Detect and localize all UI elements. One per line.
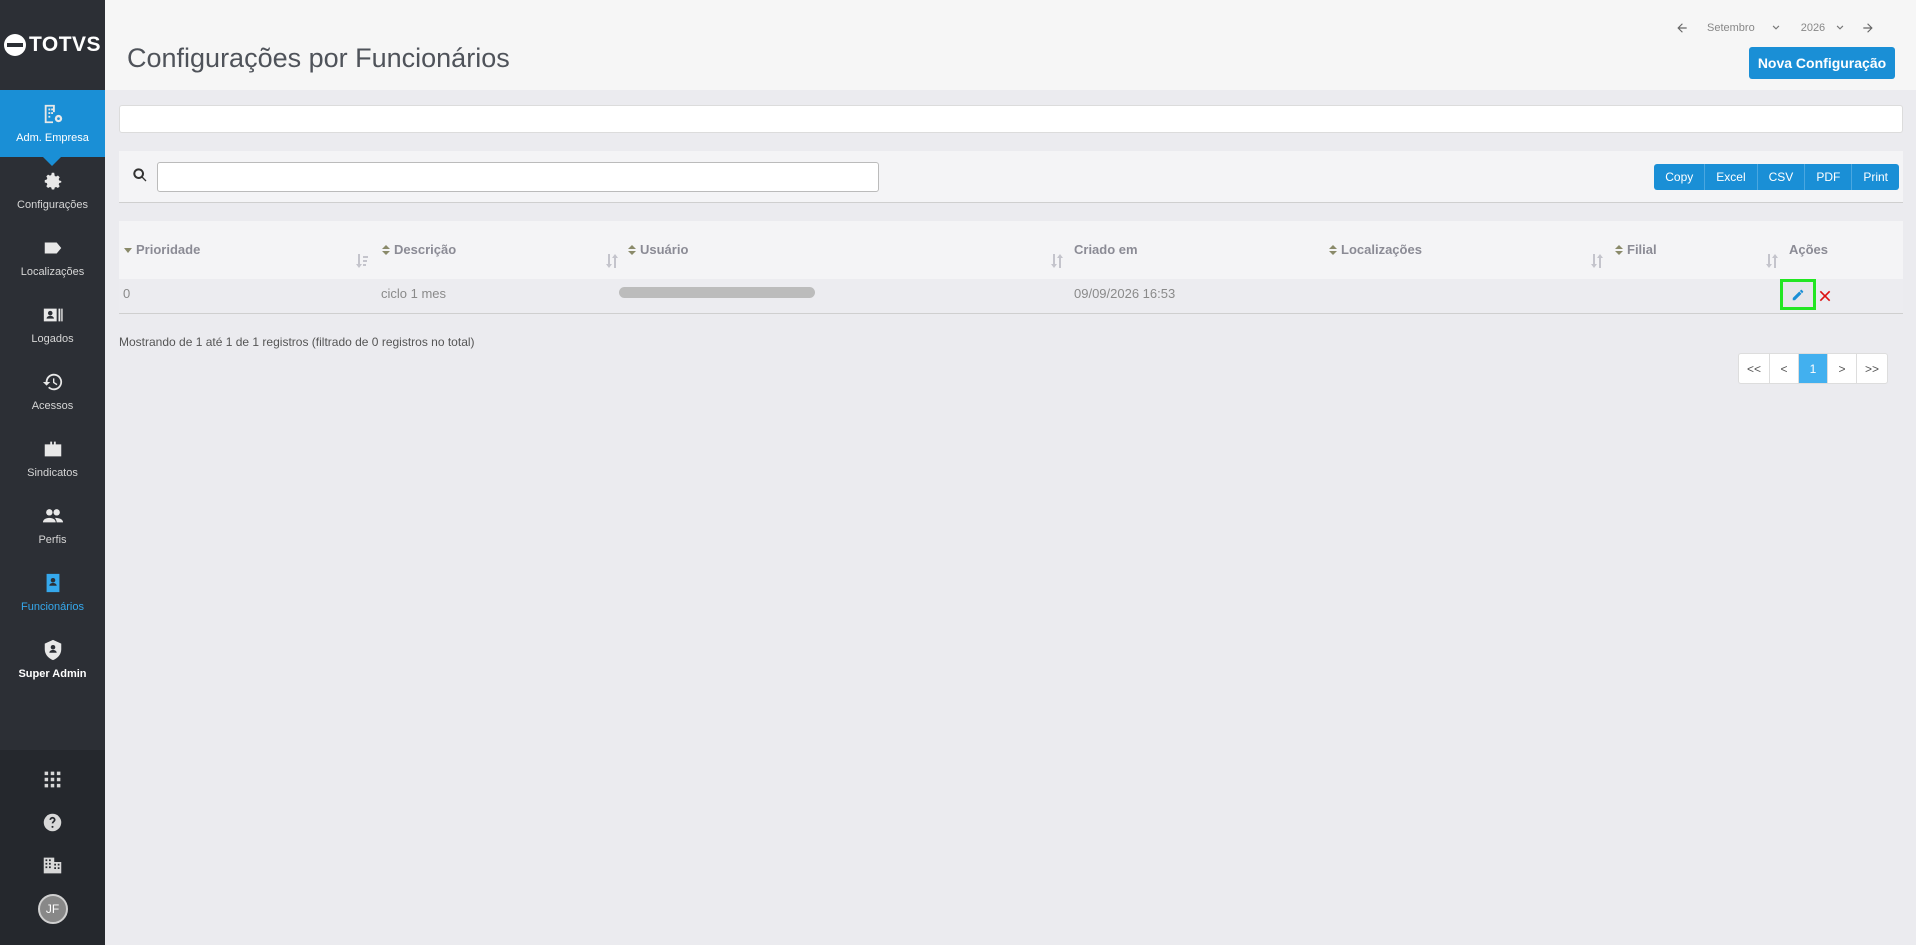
sort-icon (382, 244, 390, 255)
sidebar-item-super-admin[interactable]: Super Admin (0, 626, 105, 693)
page-prev[interactable]: < (1770, 354, 1800, 383)
chevron-down-icon (1772, 25, 1780, 30)
shield-user-icon (44, 639, 61, 661)
page-last[interactable]: >> (1857, 354, 1887, 383)
cell-usuario-redacted (619, 287, 815, 298)
sort-desc-icon (124, 247, 132, 253)
csv-button[interactable]: CSV (1757, 164, 1806, 190)
month-select[interactable]: Setembro (1707, 22, 1781, 34)
pagination: << < 1 > >> (1738, 353, 1889, 384)
sort-icon (1615, 244, 1623, 255)
column-header-descricao[interactable]: Descrição (382, 242, 456, 257)
page-title: Configurações por Funcionários (127, 43, 510, 73)
column-header-usuario[interactable]: Usuário (628, 242, 688, 257)
chevron-down-icon (1836, 25, 1844, 30)
sidebar-item-label: Logados (31, 333, 74, 345)
brand-name: TOTVS (28, 33, 102, 56)
sidebar-item-label: Perfis (38, 534, 67, 546)
sort-indicator-icon (1591, 254, 1603, 268)
totvs-logo-icon (3, 34, 26, 56)
excel-button[interactable]: Excel (1705, 164, 1758, 190)
new-configuration-button[interactable]: Nova Configuração (1749, 47, 1895, 79)
badge-icon (46, 573, 59, 593)
column-header-prioridade[interactable]: Prioridade (124, 242, 200, 257)
tag-icon (44, 242, 61, 254)
print-button[interactable]: Print (1852, 164, 1899, 190)
sidebar-item-label: Super Admin (18, 668, 87, 680)
totvs-logo[interactable]: TOTVS (0, 0, 105, 90)
table-info: Mostrando de 1 até 1 de 1 registros (fil… (119, 335, 475, 349)
sidebar-item-sindicatos[interactable]: Sindicatos (0, 425, 105, 492)
data-table: Prioridade Descrição Usuário Criado em L… (119, 221, 1903, 314)
edit-button[interactable] (1780, 279, 1816, 310)
briefcase-icon (44, 441, 61, 457)
page-header: Configurações por Funcionários Setembro … (105, 0, 1916, 90)
sidebar-item-configuracoes[interactable]: Configurações (0, 157, 105, 224)
column-header-filial[interactable]: Filial (1615, 242, 1657, 257)
year-value: 2026 (1800, 22, 1826, 34)
cell-descricao: ciclo 1 mes (381, 286, 447, 301)
sidebar-item-label: Configurações (17, 199, 88, 211)
cell-criado-em: 09/09/2026 16:53 (1074, 286, 1176, 301)
help-icon (43, 813, 62, 832)
sidebar-item-acessos[interactable]: Acessos (0, 358, 105, 425)
cell-prioridade: 0 (123, 286, 131, 301)
company-button[interactable] (0, 844, 105, 887)
export-buttons: Copy Excel CSV PDF Print (1654, 164, 1899, 190)
gear-icon (44, 172, 61, 190)
sidebar-item-adm-empresa[interactable]: Adm. Empresa (0, 90, 105, 166)
sidebar-item-label: Sindicatos (27, 467, 78, 479)
column-header-criado-em[interactable]: Criado em (1074, 242, 1138, 257)
sort-icon (628, 244, 636, 255)
sidebar-item-logados[interactable]: Logados (0, 291, 105, 358)
date-navigator: Setembro 2026 (1675, 18, 1916, 38)
company-icon (43, 857, 62, 874)
search-icon (133, 168, 147, 182)
sidebar-item-label: Acessos (31, 400, 74, 412)
pdf-button[interactable]: PDF (1805, 164, 1853, 190)
sidebar-item-label: Funcionários (21, 601, 84, 613)
arrow-right-icon[interactable] (1861, 21, 1875, 35)
avatar: JF (37, 893, 68, 924)
sidebar-item-localizacoes[interactable]: Localizações (0, 224, 105, 291)
delete-button[interactable] (1818, 289, 1832, 303)
sidebar-item-label: Adm. Empresa (16, 132, 89, 144)
user-menu[interactable]: JF (0, 887, 105, 930)
apps-button[interactable] (0, 758, 105, 801)
history-icon (42, 373, 62, 391)
sort-indicator-icon (1051, 254, 1063, 268)
page-first[interactable]: << (1739, 354, 1771, 383)
sidebar-item-funcionarios[interactable]: Funcionários (0, 559, 105, 626)
sort-indicator-icon (606, 254, 618, 268)
search-input[interactable] (157, 162, 879, 192)
sort-icon (1329, 244, 1337, 255)
column-header-localizacoes[interactable]: Localizações (1329, 242, 1422, 257)
sidebar: TOTVS Adm. Empresa Configurações Localiz… (0, 0, 105, 945)
page-1[interactable]: 1 (1799, 354, 1829, 383)
month-value: Setembro (1707, 22, 1755, 34)
column-header-acoes: Ações (1789, 242, 1829, 257)
people-icon (42, 509, 63, 523)
sidebar-item-perfis[interactable]: Perfis (0, 492, 105, 559)
pencil-icon (1792, 289, 1804, 300)
sort-indicator-icon (356, 254, 368, 268)
sidebar-item-label: Localizações (20, 266, 85, 278)
search-panel: Copy Excel CSV PDF Print (119, 151, 1903, 203)
grid-icon (44, 771, 61, 788)
year-select[interactable]: 2026 (1801, 22, 1845, 34)
arrow-left-icon[interactable] (1675, 21, 1689, 35)
filter-bar[interactable] (119, 105, 1903, 133)
id-card-icon (43, 308, 63, 322)
sort-indicator-icon (1766, 254, 1778, 268)
close-icon (1819, 290, 1831, 302)
page-next[interactable]: > (1828, 354, 1858, 383)
help-button[interactable] (0, 801, 105, 844)
building-gear-icon (44, 104, 62, 124)
copy-button[interactable]: Copy (1654, 164, 1706, 190)
sidebar-bottom: JF (0, 750, 105, 945)
